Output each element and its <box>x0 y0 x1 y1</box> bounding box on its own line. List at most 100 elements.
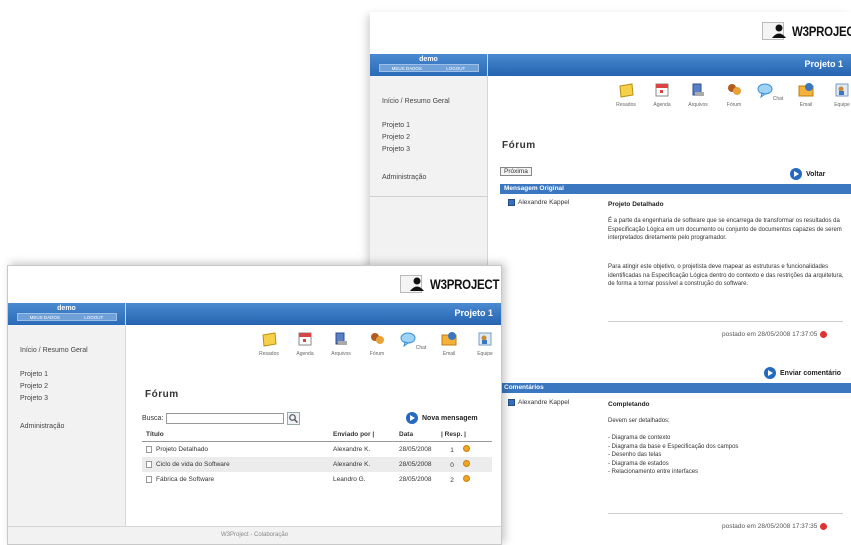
delete-icon[interactable] <box>820 331 828 338</box>
tool-files[interactable]: Arquivos <box>327 331 355 357</box>
search-bar: Busca: <box>142 412 301 425</box>
calendar-icon <box>298 332 312 346</box>
author-icon <box>508 199 515 206</box>
logout-link[interactable]: LOGOUT <box>446 66 465 71</box>
user-links: MEUS DADOS LOGOUT <box>378 64 479 72</box>
divider <box>608 513 843 514</box>
tool-chat[interactable]: Chat <box>756 82 784 108</box>
search-icon[interactable] <box>287 412 301 425</box>
tool-label: Equipe <box>834 102 850 108</box>
tool-team[interactable]: Equipe <box>471 331 499 357</box>
comment-list: - Diagrama de contexto - Diagrama da bas… <box>608 434 848 477</box>
tool-agenda[interactable]: Agenda <box>648 82 676 108</box>
file-icon <box>335 332 347 345</box>
footer: W3Project - Colaboração <box>8 526 501 544</box>
comment-author-name: Alexandre Kappel <box>518 399 570 406</box>
tool-email[interactable]: Email <box>792 82 820 108</box>
col-replies[interactable]: | Resp. | <box>437 428 492 442</box>
chat-icon <box>757 83 773 99</box>
search-input[interactable] <box>166 413 285 424</box>
col-sent-by[interactable]: Enviado por | <box>329 428 395 442</box>
tool-label: Fórum <box>726 102 742 108</box>
new-message-button[interactable]: Nova mensagem <box>406 412 478 424</box>
header: W3PROJECT <box>370 12 851 54</box>
project-bar: Projeto 1 <box>126 303 501 325</box>
back-button-label: Voltar <box>806 170 826 178</box>
document-icon <box>146 460 152 468</box>
divider <box>370 196 487 197</box>
nav-item-project-2[interactable]: Projeto 2 <box>382 134 487 141</box>
file-icon <box>692 83 704 96</box>
row-date: 28/05/2008 <box>399 446 432 453</box>
back-button[interactable]: Voltar <box>790 168 825 180</box>
comment-item: - Diagrama de estados <box>608 460 669 467</box>
nav-item-admin[interactable]: Administração <box>382 174 487 181</box>
row-title-text: Fábrica de Software <box>156 476 215 484</box>
author-icon <box>508 399 515 406</box>
nav-item-project-1[interactable]: Projeto 1 <box>382 122 487 129</box>
row-replies: 2 <box>437 472 492 487</box>
row-title-text: Ciclo de vida do Software <box>156 461 230 469</box>
original-message-header: Mensagem Original <box>500 184 851 194</box>
next-arrow-icon <box>790 168 802 180</box>
tool-chat[interactable]: Chat <box>399 331 427 357</box>
nav-item-overview[interactable]: Início / Resumo Geral <box>20 347 125 354</box>
side-nav: Início / Resumo Geral Projeto 1 Projeto … <box>370 76 487 181</box>
notes-icon <box>262 332 277 347</box>
tool-label: Equipe <box>477 351 493 357</box>
comment-intro: Devem ser detalhados: <box>608 418 670 424</box>
my-data-link[interactable]: MEUS DADOS <box>30 315 60 320</box>
tool-label: Resados <box>259 351 279 357</box>
page-title: Fórum <box>502 140 536 151</box>
row-title[interactable]: Fábrica de Software <box>142 472 329 487</box>
table-row[interactable]: Projeto Detalhado Alexandre K. 28/05/200… <box>142 442 492 458</box>
user-icon <box>772 24 786 38</box>
tool-notes[interactable]: Resados <box>255 331 283 357</box>
search-label: Busca: <box>142 415 164 422</box>
next-button[interactable]: Próxima <box>500 167 532 176</box>
tool-notes[interactable]: Resados <box>612 82 640 108</box>
row-title[interactable]: Projeto Detalhado <box>142 442 329 458</box>
tool-forum[interactable]: Fórum <box>363 331 391 357</box>
comment-date-text: postado em 28/05/2008 17:37:35 <box>722 523 818 531</box>
module-toolbar: Resados Agenda Arquivos Fórum Chat Email… <box>255 331 499 357</box>
star-icon <box>463 460 470 467</box>
tool-forum[interactable]: Fórum <box>720 82 748 108</box>
table-row[interactable]: Ciclo de vida do Software Alexandre K. 2… <box>142 457 492 472</box>
tool-agenda[interactable]: Agenda <box>291 331 319 357</box>
email-icon <box>798 83 814 97</box>
tool-label: Arquivos <box>331 351 351 357</box>
row-title[interactable]: Ciclo de vida do Software <box>142 457 329 472</box>
user-icon <box>410 277 424 291</box>
nav-item-project-1[interactable]: Projeto 1 <box>20 371 125 378</box>
chat-icon <box>400 332 416 348</box>
tool-files[interactable]: Arquivos <box>684 82 712 108</box>
side-nav: Início / Resumo Geral Projeto 1 Projeto … <box>8 325 125 430</box>
tool-label: Fórum <box>369 351 385 357</box>
tool-label: Agenda <box>296 351 314 357</box>
col-date[interactable]: Data <box>395 428 437 442</box>
nav-item-project-3[interactable]: Projeto 3 <box>382 146 487 153</box>
row-date: 28/05/2008 <box>399 476 432 483</box>
tool-team[interactable]: Equipe <box>828 82 851 108</box>
nav-item-project-3[interactable]: Projeto 3 <box>20 395 125 402</box>
send-comment-button[interactable]: Enviar comentário <box>764 367 841 379</box>
tool-email[interactable]: Email <box>435 331 463 357</box>
table-row[interactable]: Fábrica de Software Leandro G. 28/05/200… <box>142 472 492 487</box>
comment-author: Alexandre Kappel <box>508 399 569 406</box>
nav-item-overview[interactable]: Início / Resumo Geral <box>382 98 487 105</box>
col-title[interactable]: Título <box>142 428 329 442</box>
nav-item-admin[interactable]: Administração <box>20 423 125 430</box>
document-icon <box>146 475 152 483</box>
module-toolbar: Resados Agenda Arquivos Fórum Chat Email… <box>612 82 851 108</box>
nav-item-project-2[interactable]: Projeto 2 <box>20 383 125 390</box>
header: W3PROJECT <box>8 266 501 303</box>
delete-icon[interactable] <box>820 523 828 530</box>
forum-table: Título Enviado por | Data | Resp. | Proj… <box>142 428 492 487</box>
row-replies-count: 0 <box>450 462 454 469</box>
row-replies-count: 1 <box>450 447 454 454</box>
comment-item: - Diagrama de contexto <box>608 435 671 441</box>
star-icon <box>463 475 470 482</box>
logout-link[interactable]: LOGOUT <box>84 315 103 320</box>
my-data-link[interactable]: MEUS DADOS <box>392 66 422 71</box>
